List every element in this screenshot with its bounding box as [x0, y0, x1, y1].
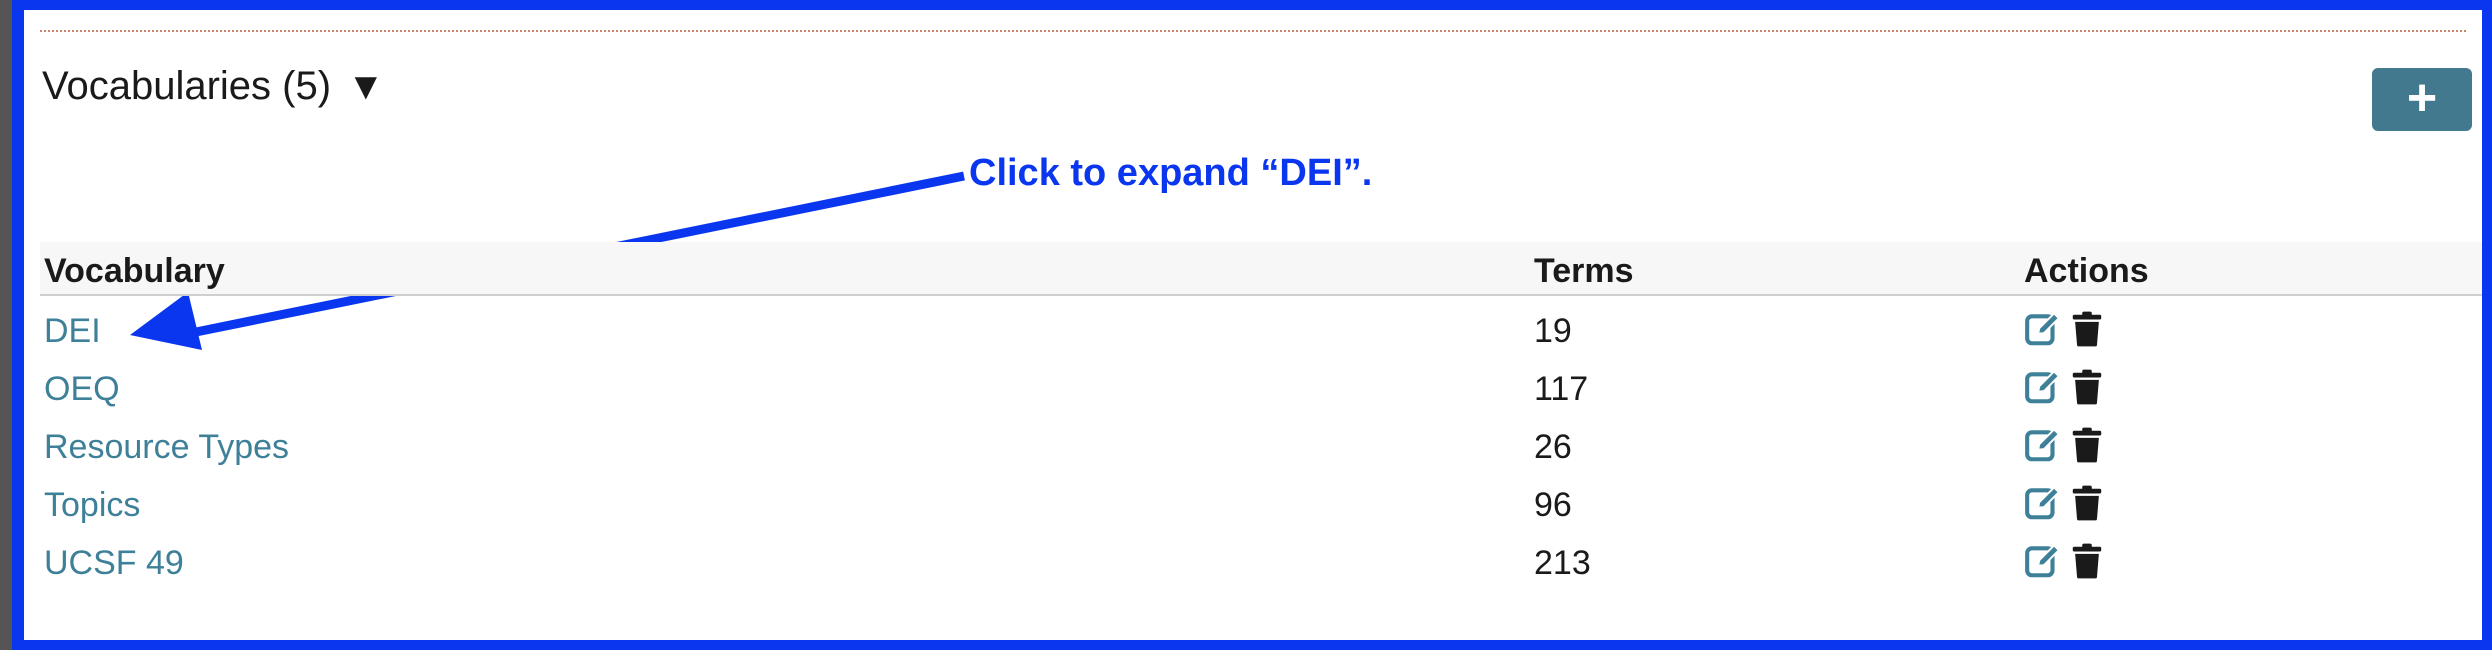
highlight-frame: Vocabularies (5) ▼ + Click to expand “DE… — [12, 0, 2492, 650]
terms-count: 96 — [1534, 486, 1572, 524]
row-actions — [2024, 484, 2106, 522]
table-row: Topics 96 — [40, 476, 2482, 534]
edit-icon[interactable] — [2024, 484, 2062, 522]
vocabulary-link-oeq[interactable]: OEQ — [44, 370, 120, 409]
terms-count: 26 — [1534, 428, 1572, 466]
table-row: Resource Types 26 — [40, 418, 2482, 476]
table-row: OEQ 117 — [40, 360, 2482, 418]
row-actions — [2024, 426, 2106, 464]
terms-count: 213 — [1534, 544, 1591, 582]
vocabulary-link-dei[interactable]: DEI — [44, 312, 101, 351]
vocabulary-link-topics[interactable]: Topics — [44, 486, 140, 525]
column-header-actions: Actions — [2024, 252, 2149, 290]
edit-icon[interactable] — [2024, 310, 2062, 348]
edit-icon[interactable] — [2024, 426, 2062, 464]
trash-icon[interactable] — [2068, 426, 2106, 464]
vocabularies-panel: Vocabularies (5) ▼ + Click to expand “DE… — [24, 10, 2482, 640]
table-header: Vocabulary Terms Actions — [40, 242, 2482, 296]
column-header-vocabulary: Vocabulary — [44, 252, 225, 290]
trash-icon[interactable] — [2068, 310, 2106, 348]
edit-icon[interactable] — [2024, 542, 2062, 580]
table-row: UCSF 49 213 — [40, 534, 2482, 592]
trash-icon[interactable] — [2068, 368, 2106, 406]
row-actions — [2024, 310, 2106, 348]
trash-icon[interactable] — [2068, 542, 2106, 580]
vocabulary-link-ucsf-49[interactable]: UCSF 49 — [44, 544, 184, 583]
edit-icon[interactable] — [2024, 368, 2062, 406]
terms-count: 117 — [1534, 370, 1589, 408]
column-header-terms: Terms — [1534, 252, 1634, 290]
annotation-callout: Click to expand “DEI”. — [969, 152, 1373, 194]
row-actions — [2024, 368, 2106, 406]
table-row: DEI 19 — [40, 302, 2482, 360]
vocabulary-link-resource-types[interactable]: Resource Types — [44, 428, 289, 467]
terms-count: 19 — [1534, 312, 1572, 350]
window-edge — [0, 0, 12, 650]
row-actions — [2024, 542, 2106, 580]
trash-icon[interactable] — [2068, 484, 2106, 522]
